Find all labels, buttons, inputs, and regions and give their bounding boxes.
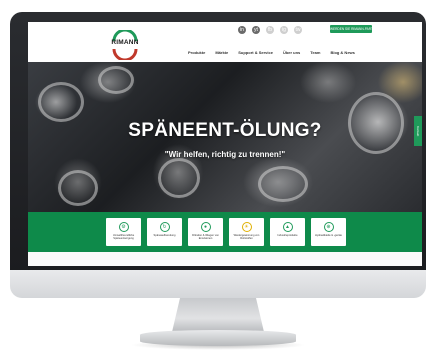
nav-item-maerkte[interactable]: Märkte bbox=[215, 50, 228, 55]
feature-label: Wiedergewinnung von Rohstoffen bbox=[233, 234, 260, 241]
logo[interactable]: RIMANN bbox=[110, 28, 140, 62]
hero-banner: SPÄNEENT-ÖLUNG? "Wir helfen, richtig zu … bbox=[28, 62, 422, 212]
nav-item-ueber-uns[interactable]: Über uns bbox=[283, 50, 300, 55]
page-below-fold bbox=[28, 252, 422, 266]
feature-cards: ⚙ Umweltfreundliche Späneentsorgung ↻ Sp… bbox=[106, 218, 346, 246]
linkedin-icon[interactable]: in bbox=[238, 26, 246, 34]
partner-cta-button[interactable]: WERDEN SIE RIMANN-PARTNER bbox=[330, 25, 372, 33]
feature-card[interactable]: ⚙ Umweltfreundliche Späneentsorgung bbox=[106, 218, 141, 246]
feature-label: Hydraulikteile & -geräte bbox=[315, 234, 342, 237]
factory-icon: ▲ bbox=[282, 222, 293, 232]
metal-chip-decoration bbox=[58, 170, 98, 206]
feature-label: Späneaufbereitung bbox=[153, 234, 176, 237]
website-screen: RIMANN in yt fb ig tw WERDEN SIE RIMANN-… bbox=[28, 22, 422, 266]
feature-card[interactable]: ▲ Industrieprodukte bbox=[270, 218, 305, 246]
feature-card[interactable]: ↻ Späneaufbereitung bbox=[147, 218, 182, 246]
social-icons: in yt fb ig tw bbox=[238, 26, 302, 34]
feature-label: Industrieprodukte bbox=[277, 234, 298, 237]
feature-card[interactable]: ☀ Wiedergewinnung von Rohstoffen bbox=[229, 218, 264, 246]
nav-item-blog[interactable]: Blog & News bbox=[330, 50, 354, 55]
metal-chip-decoration bbox=[38, 82, 84, 122]
metal-chip-decoration bbox=[258, 166, 308, 202]
hero-title: SPÄNEENT-ÖLUNG? bbox=[128, 120, 322, 141]
metal-chip-decoration bbox=[158, 158, 200, 198]
feature-card[interactable]: ⊕ Hydraulikteile & -geräte bbox=[311, 218, 346, 246]
youtube-icon[interactable]: yt bbox=[252, 26, 260, 34]
feature-label: Filtration & Wiegen von Emulsionen bbox=[192, 234, 219, 241]
monitor-stand bbox=[172, 298, 264, 332]
contact-side-tab[interactable]: Kontakt bbox=[414, 116, 422, 146]
hero-subtitle: "Wir helfen, richtig zu trennen!" bbox=[164, 150, 286, 159]
feature-band: ⚙ Umweltfreundliche Späneentsorgung ↻ Sp… bbox=[28, 212, 422, 252]
logo-text: RIMANN bbox=[111, 39, 139, 46]
main-nav: Produkte Märkte Support & Service Über u… bbox=[188, 50, 355, 55]
facebook-icon[interactable]: fb bbox=[266, 26, 274, 34]
nav-item-support[interactable]: Support & Service bbox=[238, 50, 273, 55]
oil-drop-icon: ● bbox=[200, 222, 211, 232]
twitter-icon[interactable]: tw bbox=[294, 26, 302, 34]
monitor-base bbox=[140, 330, 296, 346]
monitor-chin bbox=[10, 270, 426, 298]
gear-icon: ⚙ bbox=[118, 222, 129, 232]
sun-icon: ☀ bbox=[241, 222, 252, 232]
instagram-icon[interactable]: ig bbox=[280, 26, 288, 34]
cart-icon: ⊕ bbox=[323, 222, 334, 232]
nav-item-produkte[interactable]: Produkte bbox=[188, 50, 205, 55]
feature-card[interactable]: ● Filtration & Wiegen von Emulsionen bbox=[188, 218, 223, 246]
feature-label: Umweltfreundliche Späneentsorgung bbox=[112, 234, 135, 241]
metal-chip-decoration bbox=[98, 66, 134, 94]
recycle-icon: ↻ bbox=[159, 222, 170, 232]
site-header: RIMANN in yt fb ig tw WERDEN SIE RIMANN-… bbox=[28, 22, 422, 62]
nav-item-team[interactable]: Team bbox=[310, 50, 320, 55]
